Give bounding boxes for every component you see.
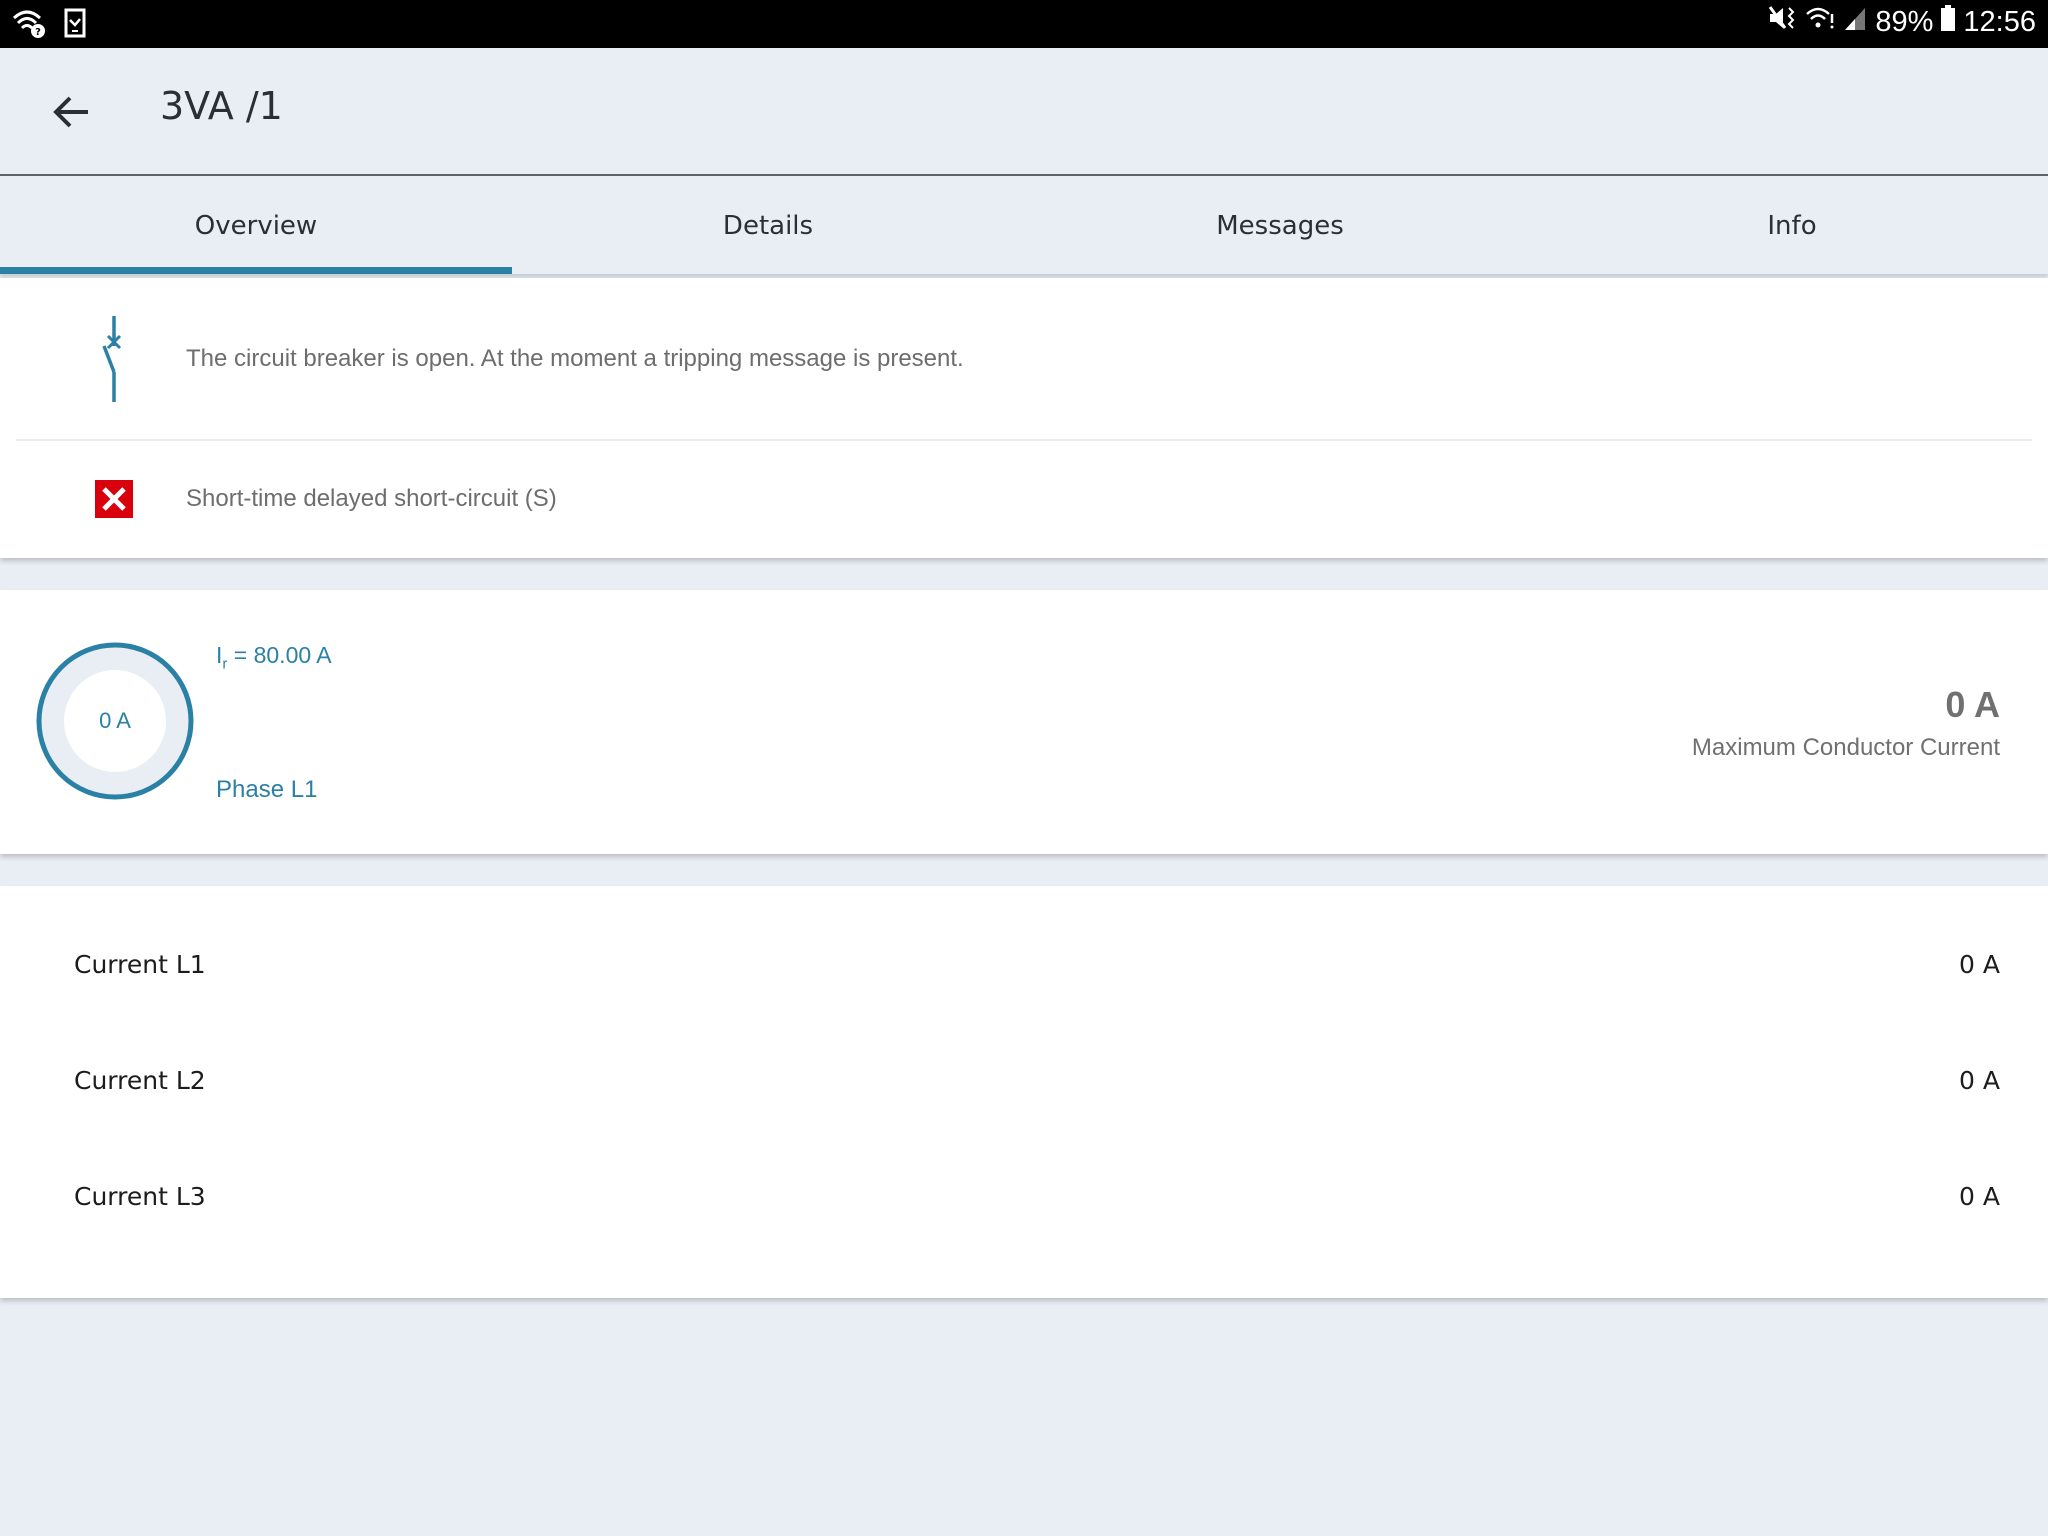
signal-icon bbox=[1843, 4, 1867, 40]
gauge-card: 0 A Ir = 80.00 A Phase L1 0 A Maximum Co… bbox=[0, 590, 2048, 854]
back-button[interactable] bbox=[48, 88, 96, 136]
trip-message-row: Short-time delayed short-circuit (S) bbox=[16, 439, 2032, 558]
breaker-status-row: The circuit breaker is open. At the mome… bbox=[16, 278, 2032, 441]
battery-level: 89% bbox=[1875, 5, 1934, 38]
current-value: 0 A bbox=[1959, 1182, 2000, 1211]
max-conductor-current-value: 0 A bbox=[1945, 684, 2000, 725]
current-value: 0 A bbox=[1959, 1066, 2000, 1095]
app-bar: 3VA /1 bbox=[0, 48, 2048, 176]
current-label: Current L2 bbox=[74, 1066, 206, 1095]
tab-details[interactable]: Details bbox=[512, 178, 1024, 274]
max-conductor-current-label: Maximum Conductor Current bbox=[1691, 734, 2000, 761]
breaker-status-text: The circuit breaker is open. At the mome… bbox=[186, 344, 964, 372]
tab-info[interactable]: Info bbox=[1536, 178, 2048, 274]
tab-overview[interactable]: Overview bbox=[0, 178, 512, 274]
gauge-value: 0 A bbox=[99, 708, 131, 733]
current-value: 0 A bbox=[1959, 950, 2000, 979]
svg-text:?: ? bbox=[35, 27, 41, 38]
tab-messages[interactable]: Messages bbox=[1024, 178, 1536, 274]
wifi-question-icon: ? bbox=[12, 8, 46, 42]
phase-label: Phase L1 bbox=[216, 776, 318, 803]
mute-vibrate-icon bbox=[1767, 4, 1797, 40]
error-x-icon bbox=[95, 479, 133, 518]
battery-icon bbox=[1941, 5, 1956, 39]
breaker-open-icon bbox=[102, 315, 122, 402]
trip-message-text: Short-time delayed short-circuit (S) bbox=[186, 484, 557, 512]
device-check-icon bbox=[64, 8, 86, 42]
wifi-alert-icon bbox=[1805, 4, 1835, 40]
currents-card: Current L1 0 A Current L2 0 A Current L3… bbox=[0, 886, 2048, 1298]
status-bar: ? 89% 12:56 bbox=[0, 0, 2048, 48]
current-row: Current L2 0 A bbox=[74, 1066, 2000, 1095]
current-label: Current L3 bbox=[74, 1182, 206, 1211]
current-label: Current L1 bbox=[74, 950, 206, 979]
page-title: 3VA /1 bbox=[160, 84, 283, 128]
status-card: The circuit breaker is open. At the mome… bbox=[0, 278, 2048, 558]
arrow-back-icon bbox=[53, 96, 88, 128]
clock: 12:56 bbox=[1963, 5, 2036, 38]
rated-current: Ir = 80.00 A bbox=[216, 642, 332, 673]
current-row: Current L1 0 A bbox=[74, 950, 2000, 979]
tab-bar: Overview Details Messages Info bbox=[0, 178, 2048, 274]
current-row: Current L3 0 A bbox=[74, 1182, 2000, 1211]
